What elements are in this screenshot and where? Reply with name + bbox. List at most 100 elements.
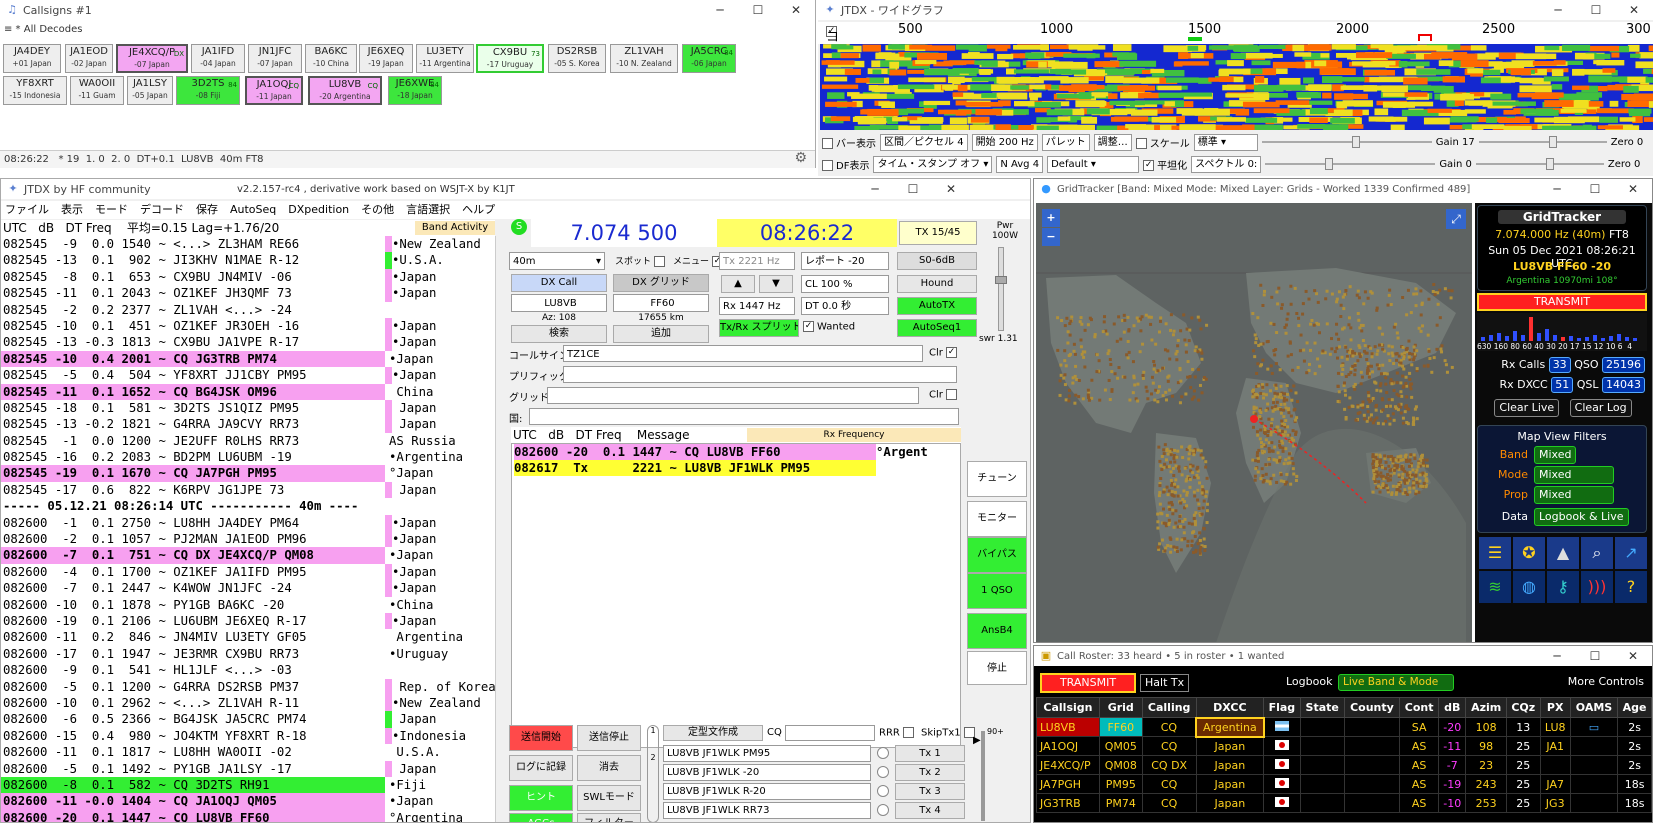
decode-row[interactable]: 082545 -13 -0.2 1821 ~ G4RRA JA9CVY RR73… xyxy=(1,416,495,433)
data-filter[interactable]: Data Logbook & Live xyxy=(1488,508,1629,526)
zero2-slider[interactable] xyxy=(1475,158,1604,170)
rrr-checkbox[interactable]: RRR xyxy=(879,727,917,739)
zoom-in-button[interactable]: + xyxy=(1042,209,1060,227)
wifi-icon[interactable]: ≋ xyxy=(1479,571,1511,603)
side-button[interactable]: モニター xyxy=(967,501,1027,537)
column-header[interactable]: State xyxy=(1299,697,1345,718)
band-activity-list[interactable]: 082545 -9 0.0 1540 ~ <...> ZL3HAM RE66 •N… xyxy=(1,236,495,822)
decode-scrollbar[interactable] xyxy=(495,236,507,822)
dx-call-input[interactable]: LU8VB xyxy=(511,294,607,312)
maximize-icon[interactable]: ☐ xyxy=(1576,179,1614,199)
menu-item[interactable]: ファイル xyxy=(5,201,49,219)
decode-row[interactable]: 082545 -1 0.0 1200 ~ JE2UFF R0LHS RR73 AS… xyxy=(1,433,495,449)
maximize-icon[interactable]: ☐ xyxy=(1577,0,1615,20)
tx-enable-button[interactable]: 送信開始 xyxy=(509,725,573,751)
column-header[interactable]: Callsign xyxy=(1036,697,1100,718)
decode-row[interactable]: 082600 -8 0.1 582 ~ CQ 3D2TS RH91 •Fiji xyxy=(1,776,495,794)
gain-slider[interactable] xyxy=(1261,136,1432,148)
callsign-card[interactable]: LU8VB -20 Argentina CQ xyxy=(308,76,382,105)
tx-message-input[interactable]: LU8VB JF1WLK RR73 xyxy=(663,802,871,819)
minimize-icon[interactable]: ─ xyxy=(701,0,739,20)
menu-item[interactable]: モード xyxy=(95,201,128,219)
prop-filter[interactable]: Prop Mixed xyxy=(1488,486,1614,504)
tx-button[interactable]: Tx 2 xyxy=(895,764,965,781)
decode-row[interactable]: 082600 -5 0.1 1200 ~ G4RRA DS2RSB PM37 R… xyxy=(1,678,495,695)
menu-checkbox[interactable]: メニュー ✓ xyxy=(673,254,726,267)
decode-row[interactable]: 082600 -17 0.1 1947 ~ JE3RMR CX9BU RR73 •… xyxy=(1,646,495,662)
close-icon[interactable]: ✕ xyxy=(1614,646,1652,666)
halt-tx-button[interactable]: Halt Tx xyxy=(1140,674,1190,692)
band-filter[interactable]: Band Mixed xyxy=(1488,446,1577,464)
close-icon[interactable]: ✕ xyxy=(777,0,815,20)
hound-button[interactable]: Hound xyxy=(897,275,977,293)
palette-button[interactable]: パレット xyxy=(1041,133,1090,151)
maximize-icon[interactable]: ☐ xyxy=(739,0,777,20)
column-header[interactable]: OAMS xyxy=(1569,697,1619,718)
minimize-icon[interactable]: ─ xyxy=(1538,179,1576,199)
callsign-card[interactable]: JE6XEQ -19 Japan xyxy=(359,44,413,73)
world-map[interactable]: + − ⤢ xyxy=(1036,203,1472,642)
side-button[interactable]: バイパス xyxy=(967,537,1027,573)
erase-button[interactable]: 消去 xyxy=(577,755,641,781)
column-header[interactable]: Cont xyxy=(1399,697,1440,718)
menu-item[interactable]: 言語選択 xyxy=(406,201,450,219)
decode-row[interactable]: 082545 -17 0.6 822 ~ K6RPV JG1JPE 73 Jap… xyxy=(1,481,495,499)
decode-row[interactable]: 082545 -5 0.4 504 ~ YF8XRT JJ1CBY PM95 •J… xyxy=(1,367,495,384)
decode-row[interactable]: 082545 -18 0.1 581 ~ 3D2TS JS1QIZ PM95 J… xyxy=(1,399,495,417)
fullscreen-icon[interactable]: ⤢ xyxy=(1446,209,1466,229)
gain2-slider[interactable] xyxy=(1265,158,1436,170)
default-select[interactable]: Default ▾ xyxy=(1047,155,1140,173)
bin-spinbox[interactable]: 区間／ピクセル 4 xyxy=(880,133,968,151)
clr2-checkbox[interactable]: Clr xyxy=(929,389,960,401)
tx-radio[interactable] xyxy=(877,804,889,816)
column-header[interactable]: Azim xyxy=(1465,697,1507,718)
down-arrow-icon[interactable]: ▼ xyxy=(759,275,793,293)
callsign-card[interactable]: CX9BU -17 Uruguay 73 xyxy=(476,44,544,73)
roster-row[interactable]: JG3TRB PM74 CQ Japan AS -10 253 25 JG3 18s xyxy=(1036,793,1652,813)
decode-row[interactable]: 082600 -10 0.1 1878 ~ PY1GB BA6KC -20 •Ch… xyxy=(1,597,495,613)
up-arrow-icon[interactable]: ▲ xyxy=(721,275,755,293)
filter-button[interactable]: フィルター xyxy=(577,813,641,822)
wide-titlebar[interactable]: ✦ JTDX - ワイドグラフ xyxy=(818,0,1653,20)
tx-frequency-spinbox[interactable]: Tx 2221 Hz xyxy=(719,252,795,270)
maximize-icon[interactable]: ☐ xyxy=(1576,646,1614,666)
column-header[interactable]: Age xyxy=(1617,697,1652,718)
maximize-icon[interactable]: ☐ xyxy=(894,179,932,199)
bar-checkbox[interactable]: バー表示 xyxy=(822,135,876,150)
side-button[interactable]: 停止 xyxy=(967,651,1027,685)
decode-row[interactable]: 082600 -1 0.1 2750 ~ LU8HH JA4DEY PM64 •J… xyxy=(1,514,495,532)
decode-row[interactable]: 082545 -10 0.1 451 ~ OZ1KEF JR3OEH -16 •J… xyxy=(1,317,495,335)
spot-checkbox[interactable]: スポット xyxy=(615,254,668,267)
chart-icon[interactable]: ↗ xyxy=(1615,537,1647,569)
decode-row[interactable]: 082600 -10 0.1 2962 ~ <...> ZL1VAH R-11 •… xyxy=(1,694,495,712)
decode-row[interactable]: 082600 -11 0.2 846 ~ JN4MIV LU3ETY GF05 … xyxy=(1,629,495,645)
callsign-card[interactable]: JA1OQJ -11 Japan CQ xyxy=(245,76,303,105)
callsign-card[interactable]: JA5CRC -06 Japan 84 xyxy=(682,44,736,73)
tx-radio[interactable] xyxy=(877,747,889,759)
tx-radio[interactable] xyxy=(877,785,889,797)
minimize-icon[interactable]: ─ xyxy=(856,179,894,199)
decode-row[interactable]: 082600 -6 0.5 2366 ~ BG4JSK JA5CRC PM74 … xyxy=(1,711,495,728)
roster-row[interactable]: JA1OQJ QM05 CQ Japan AS -11 98 25 JA1 2s xyxy=(1036,736,1652,756)
decode-filter[interactable]: ≡ * All Decodes xyxy=(4,24,83,35)
column-header[interactable]: DXCC xyxy=(1195,697,1265,718)
logbook-select[interactable]: Live Band & Mode xyxy=(1338,674,1454,691)
side-button[interactable]: 1 QSO xyxy=(967,573,1027,609)
grid-input[interactable] xyxy=(547,387,919,404)
generate-messages-button[interactable]: 定型文作成 xyxy=(663,725,763,741)
zero-slider[interactable] xyxy=(1478,136,1607,148)
column-header[interactable]: CQz xyxy=(1505,697,1541,718)
start-spinbox[interactable]: 開始 200 Hz xyxy=(971,133,1038,151)
menu-item[interactable]: AutoSeq xyxy=(230,201,276,219)
scale-checkbox[interactable]: スケール xyxy=(1135,135,1190,150)
roster-row[interactable]: JE4XCQ/P QM08 CQ DX Japan AS -7 23 25 2s xyxy=(1036,755,1652,775)
minimize-icon[interactable]: ─ xyxy=(1538,646,1576,666)
tx-radio[interactable] xyxy=(877,766,889,778)
zoom-out-button[interactable]: − xyxy=(1042,228,1060,246)
column-header[interactable]: County xyxy=(1343,697,1401,718)
callsign-input[interactable]: TZ1CE xyxy=(563,345,923,362)
callsign-card[interactable]: JA1IFD -04 Japan xyxy=(191,44,245,73)
swl-button[interactable]: SWLモード xyxy=(577,785,641,811)
log-qso-button[interactable]: ログに記録 xyxy=(509,755,573,781)
skip-tx1-checkbox[interactable]: SkipTx1 xyxy=(921,727,978,739)
